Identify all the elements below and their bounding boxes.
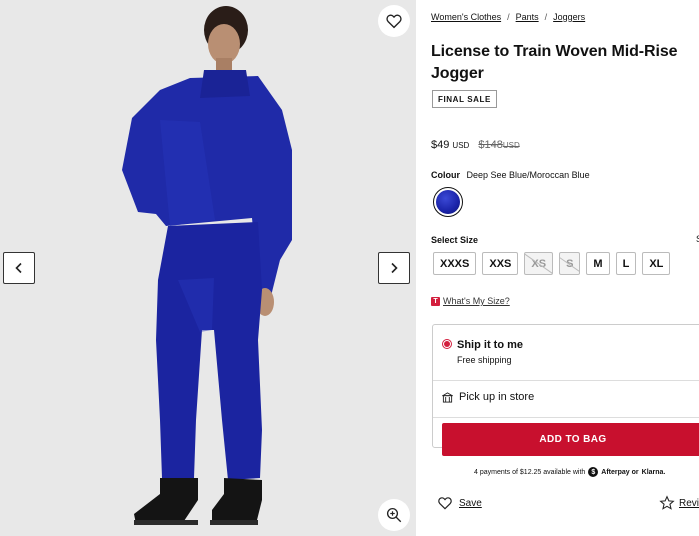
- size-tool-icon: T: [431, 296, 440, 306]
- save-label: Save: [459, 497, 482, 509]
- next-image-button[interactable]: [378, 252, 410, 284]
- size-button-xxs[interactable]: XXS: [482, 252, 519, 275]
- review-label: Revi: [679, 497, 699, 509]
- product-photo: [0, 0, 416, 536]
- free-shipping-label: Free shipping: [457, 355, 512, 365]
- product-image-gallery[interactable]: [0, 0, 416, 536]
- installments-message: 4 payments of $12.25 available with $ Af…: [474, 467, 665, 477]
- colour-swatch-selected[interactable]: [433, 187, 463, 217]
- sale-price-currency: USD: [452, 141, 470, 150]
- product-info-panel: Women's Clothes / Pants / Joggers Licens…: [431, 0, 699, 536]
- star-outline-icon: [659, 495, 675, 510]
- heart-outline-icon: [386, 14, 402, 29]
- divider: [433, 417, 699, 418]
- heart-outline-icon: [438, 497, 452, 510]
- chevron-right-icon: [391, 262, 398, 274]
- colour-row: Colour Deep See Blue/Moroccan Blue: [431, 170, 590, 180]
- colour-label: Colour: [431, 170, 460, 180]
- whats-my-size: T What's My Size?: [431, 296, 510, 306]
- chevron-left-icon: [15, 262, 22, 274]
- original-price-currency: USD: [502, 141, 520, 150]
- breadcrumb-separator: /: [507, 12, 510, 22]
- afterpay-label[interactable]: Afterpay or: [601, 469, 638, 476]
- size-button-xl[interactable]: XL: [642, 252, 671, 275]
- previous-image-button[interactable]: [3, 252, 35, 284]
- radio-selected-dot: [444, 341, 450, 347]
- ship-it-to-me-label: Ship it to me: [457, 339, 523, 351]
- whats-my-size-link[interactable]: What's My Size?: [443, 296, 510, 306]
- breadcrumb-separator: /: [544, 12, 548, 22]
- original-price: $148USD: [478, 139, 519, 151]
- size-button-m[interactable]: M: [586, 252, 610, 275]
- divider: [433, 380, 699, 381]
- size-button-xxxs[interactable]: XXXS: [433, 252, 477, 275]
- add-to-bag-button[interactable]: ADD TO BAG: [442, 423, 699, 456]
- zoom-in-icon: [386, 507, 402, 523]
- ship-radio[interactable]: [442, 339, 452, 349]
- breadcrumb: Women's Clothes / Pants / Joggers: [431, 12, 585, 22]
- select-size-label: Select Size: [431, 235, 479, 245]
- breadcrumb-joggers[interactable]: Joggers: [553, 12, 585, 22]
- breadcrumb-womens-clothes[interactable]: Women's Clothes: [431, 12, 501, 22]
- klarna-label[interactable]: Klarna.: [642, 469, 666, 476]
- original-price-value: $148: [478, 139, 503, 151]
- size-button-l[interactable]: L: [615, 252, 637, 275]
- save-button[interactable]: Save: [437, 495, 482, 511]
- installments-text: 4 payments of $12.25 available with: [474, 468, 586, 476]
- afterpay-icon: $: [588, 467, 599, 477]
- price: $49 USD $148USD: [431, 139, 520, 151]
- store-icon: [442, 391, 453, 403]
- fulfillment-box: Ship it to me Free shipping Pick up in s…: [432, 324, 699, 456]
- colour-swatch-deep-see-blue: [436, 190, 460, 214]
- size-button-s[interactable]: S: [559, 252, 581, 275]
- sale-price: $49: [431, 139, 450, 151]
- add-to-wishlist-button[interactable]: [378, 5, 410, 37]
- review-button[interactable]: Revi: [659, 495, 699, 511]
- size-button-xs[interactable]: XS: [524, 252, 554, 275]
- final-sale-badge: FINAL SALE: [432, 90, 497, 108]
- product-title: License to Train Woven Mid-Rise Jogger: [431, 43, 678, 82]
- size-selector: XXXS XXS XS S M L XL: [433, 252, 671, 275]
- colour-value: Deep See Blue/Moroccan Blue: [466, 170, 590, 180]
- pick-up-in-store-label: Pick up in store: [459, 391, 535, 403]
- zoom-button[interactable]: [378, 499, 410, 531]
- breadcrumb-pants[interactable]: Pants: [516, 12, 539, 22]
- pick-up-in-store-option[interactable]: Pick up in store: [442, 391, 534, 403]
